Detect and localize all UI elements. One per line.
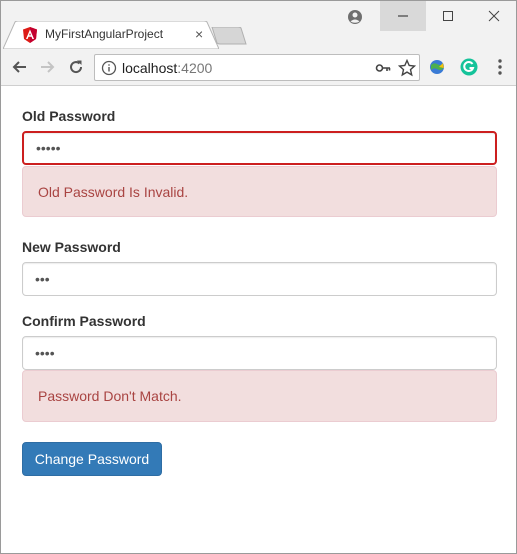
info-icon[interactable] bbox=[101, 60, 117, 76]
key-icon[interactable] bbox=[375, 60, 391, 76]
minimize-icon bbox=[398, 15, 408, 17]
old-password-input[interactable] bbox=[22, 131, 497, 165]
maximize-button[interactable] bbox=[425, 1, 471, 31]
tab-title: MyFirstAngularProject bbox=[45, 27, 164, 41]
back-arrow-icon bbox=[12, 61, 26, 73]
tab-close-icon[interactable]: × bbox=[195, 25, 203, 43]
confirm-password-error-text: Password Don't Match. bbox=[38, 388, 182, 404]
reload-icon bbox=[70, 60, 83, 74]
url-port: :4200 bbox=[177, 60, 213, 76]
new-password-label: New Password bbox=[22, 239, 121, 255]
old-password-error-text: Old Password Is Invalid. bbox=[38, 183, 189, 200]
star-icon[interactable] bbox=[397, 58, 417, 77]
close-icon bbox=[488, 10, 500, 22]
grammarly-icon[interactable] bbox=[460, 58, 478, 76]
angular-icon bbox=[23, 27, 37, 43]
menu-icon[interactable] bbox=[494, 58, 506, 76]
forward-arrow-icon bbox=[41, 61, 55, 73]
confirm-password-input[interactable] bbox=[22, 336, 497, 370]
old-password-error-alert: Old Password Is Invalid. bbox=[22, 166, 497, 217]
minimize-button[interactable] bbox=[380, 1, 426, 31]
url-host: localhost bbox=[122, 60, 178, 76]
confirm-password-error-alert: Password Don't Match. bbox=[22, 370, 497, 422]
profile-icon[interactable] bbox=[345, 7, 365, 27]
title-bar: MyFirstAngularProject × bbox=[1, 1, 516, 49]
old-password-label: Old Password bbox=[22, 108, 116, 124]
browser-toolbar: localhost:4200 bbox=[1, 49, 516, 86]
new-tab-button[interactable] bbox=[211, 26, 247, 45]
address-bar[interactable]: localhost:4200 bbox=[94, 54, 420, 81]
browser-tab[interactable]: MyFirstAngularProject × bbox=[3, 21, 219, 49]
browser-window: MyFirstAngularProject × localhost:4200 O… bbox=[0, 0, 517, 554]
reload-button[interactable] bbox=[66, 57, 86, 77]
confirm-password-label: Confirm Password bbox=[22, 313, 146, 329]
change-password-button[interactable]: Change Password bbox=[22, 442, 162, 476]
maximize-icon bbox=[443, 11, 453, 21]
new-password-input[interactable] bbox=[22, 262, 497, 296]
back-button[interactable] bbox=[9, 57, 29, 77]
idm-extension-icon[interactable] bbox=[428, 58, 446, 76]
page-content: Old Password Old Password Is Invalid. Ne… bbox=[1, 87, 516, 553]
close-window-button[interactable] bbox=[471, 1, 517, 31]
forward-button[interactable] bbox=[38, 57, 58, 77]
url-text[interactable]: localhost:4200 bbox=[122, 60, 212, 76]
